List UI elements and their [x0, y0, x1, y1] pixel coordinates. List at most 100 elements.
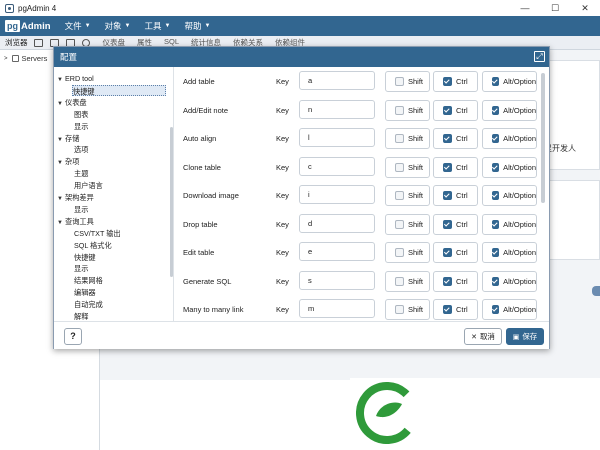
tree-item[interactable]: ▼ 仪表盘	[57, 97, 87, 108]
menu-object[interactable]: 对象 ▼	[105, 20, 131, 32]
tree-item[interactable]: ▼ 存储	[57, 133, 79, 144]
ctrl-checkbox[interactable]	[443, 248, 452, 257]
alt-toggle[interactable]: Alt/Option	[482, 270, 537, 292]
menu-tools[interactable]: 工具 ▼	[145, 20, 171, 32]
tree-item[interactable]: 解释	[74, 311, 88, 321]
ctrl-toggle[interactable]: Ctrl	[433, 185, 478, 206]
ctrl-toggle[interactable]: Ctrl	[433, 213, 478, 235]
ctrl-checkbox[interactable]	[443, 219, 452, 229]
alt-toggle[interactable]: Alt/Option	[482, 99, 537, 121]
key-input[interactable]: s	[299, 270, 375, 290]
ctrl-toggle[interactable]: Ctrl	[433, 299, 478, 320]
shift-toggle[interactable]: Shift	[385, 299, 430, 320]
tree-item[interactable]: 快捷键	[72, 84, 166, 96]
shift-checkbox[interactable]	[395, 305, 404, 314]
shift-checkbox[interactable]	[395, 191, 404, 200]
key-input[interactable]: d	[299, 213, 375, 233]
key-input[interactable]: m	[299, 299, 375, 318]
alt-checkbox[interactable]	[492, 105, 500, 115]
ctrl-checkbox[interactable]	[443, 305, 452, 314]
chevron-right-icon[interactable]: >	[4, 56, 8, 62]
alt-toggle[interactable]: Alt/Option	[482, 156, 537, 178]
chevron-down-icon[interactable]: ▼	[57, 99, 65, 110]
ctrl-toggle[interactable]: Ctrl	[433, 242, 478, 263]
shift-toggle[interactable]: Shift	[385, 213, 430, 235]
ctrl-toggle[interactable]: Ctrl	[433, 71, 478, 92]
database-icon[interactable]	[33, 38, 43, 47]
shift-toggle[interactable]: Shift	[385, 270, 430, 292]
tree-item[interactable]: 主题	[74, 168, 88, 179]
tree-item[interactable]: 快捷键	[74, 252, 96, 263]
ctrl-checkbox[interactable]	[443, 162, 452, 172]
key-input[interactable]: a	[299, 71, 375, 90]
menu-help[interactable]: 帮助 ▼	[184, 20, 210, 32]
chevron-down-icon[interactable]: ▼	[57, 158, 65, 169]
shift-checkbox[interactable]	[395, 219, 404, 229]
chevron-down-icon[interactable]: ▼	[57, 194, 65, 205]
tree-item[interactable]: 用户语言	[74, 180, 103, 191]
shift-checkbox[interactable]	[395, 134, 404, 143]
tree-item[interactable]: 结果网格	[74, 275, 103, 286]
ctrl-toggle[interactable]: Ctrl	[433, 156, 478, 178]
shift-toggle[interactable]: Shift	[385, 71, 430, 92]
alt-toggle[interactable]: Alt/Option	[482, 299, 537, 320]
expand-icon[interactable]: ⤢	[534, 51, 545, 62]
tree-item[interactable]: ▼ 查询工具	[57, 216, 94, 227]
menu-file[interactable]: 文件 ▼	[65, 20, 91, 32]
alt-checkbox[interactable]	[492, 77, 500, 86]
tree-item[interactable]: ▼ 杂项	[57, 156, 79, 167]
alt-checkbox[interactable]	[492, 219, 500, 229]
key-input[interactable]: i	[299, 185, 375, 204]
maximize-icon[interactable]: ☐	[540, 0, 570, 16]
ctrl-checkbox[interactable]	[443, 191, 452, 200]
ctrl-checkbox[interactable]	[443, 77, 452, 86]
key-input[interactable]: n	[299, 99, 375, 119]
shift-toggle[interactable]: Shift	[385, 185, 430, 206]
tree-item-servers[interactable]: > Servers	[4, 54, 47, 63]
chevron-down-icon[interactable]: ▼	[57, 135, 65, 146]
alt-toggle[interactable]: Alt/Option	[482, 185, 537, 206]
key-input[interactable]: c	[299, 156, 375, 176]
browser-tab-label[interactable]: 浏览器	[5, 37, 28, 48]
shift-checkbox[interactable]	[395, 276, 404, 286]
shift-toggle[interactable]: Shift	[385, 156, 430, 178]
ctrl-checkbox[interactable]	[443, 105, 452, 115]
alt-toggle[interactable]: Alt/Option	[482, 213, 537, 235]
alt-checkbox[interactable]	[492, 191, 500, 200]
tree-item[interactable]: 编辑器	[74, 287, 96, 298]
chevron-down-icon[interactable]: ▼	[57, 75, 65, 86]
ctrl-toggle[interactable]: Ctrl	[433, 99, 478, 121]
ctrl-toggle[interactable]: Ctrl	[433, 270, 478, 292]
key-input[interactable]: e	[299, 242, 375, 261]
help-button[interactable]: ?	[64, 328, 82, 345]
alt-toggle[interactable]: Alt/Option	[482, 242, 537, 263]
tree-item[interactable]: CSV/TXT 输出	[74, 228, 121, 239]
alt-checkbox[interactable]	[492, 134, 500, 143]
tree-item[interactable]: 显示	[74, 121, 88, 132]
ctrl-checkbox[interactable]	[443, 134, 452, 143]
shift-checkbox[interactable]	[395, 248, 404, 257]
tree-item[interactable]: 图表	[74, 109, 88, 120]
shift-checkbox[interactable]	[395, 162, 404, 172]
pgadmin-logo[interactable]: pg Admin	[5, 18, 51, 34]
shift-toggle[interactable]: Shift	[385, 128, 430, 149]
minimize-icon[interactable]: —	[510, 0, 540, 16]
alt-checkbox[interactable]	[492, 248, 500, 257]
tree-item[interactable]: 选项	[74, 144, 88, 155]
chevron-down-icon[interactable]: ▼	[57, 218, 65, 229]
shift-toggle[interactable]: Shift	[385, 242, 430, 263]
tree-item[interactable]: 显示	[74, 263, 88, 274]
tree-item[interactable]: 自动完成	[74, 299, 103, 310]
tree-item[interactable]: SQL 格式化	[74, 240, 112, 251]
save-button[interactable]: ▣ 保存	[506, 328, 544, 345]
ctrl-checkbox[interactable]	[443, 276, 452, 286]
tree-item[interactable]: ▼ ERD tool	[57, 73, 94, 84]
cancel-button[interactable]: ✕ 取消	[464, 328, 502, 345]
alt-checkbox[interactable]	[492, 305, 500, 314]
alt-checkbox[interactable]	[492, 162, 500, 172]
tree-item[interactable]: ▼ 架构差异	[57, 192, 94, 203]
alt-checkbox[interactable]	[492, 276, 500, 286]
alt-toggle[interactable]: Alt/Option	[482, 128, 537, 149]
key-input[interactable]: l	[299, 128, 375, 147]
shift-checkbox[interactable]	[395, 105, 404, 115]
